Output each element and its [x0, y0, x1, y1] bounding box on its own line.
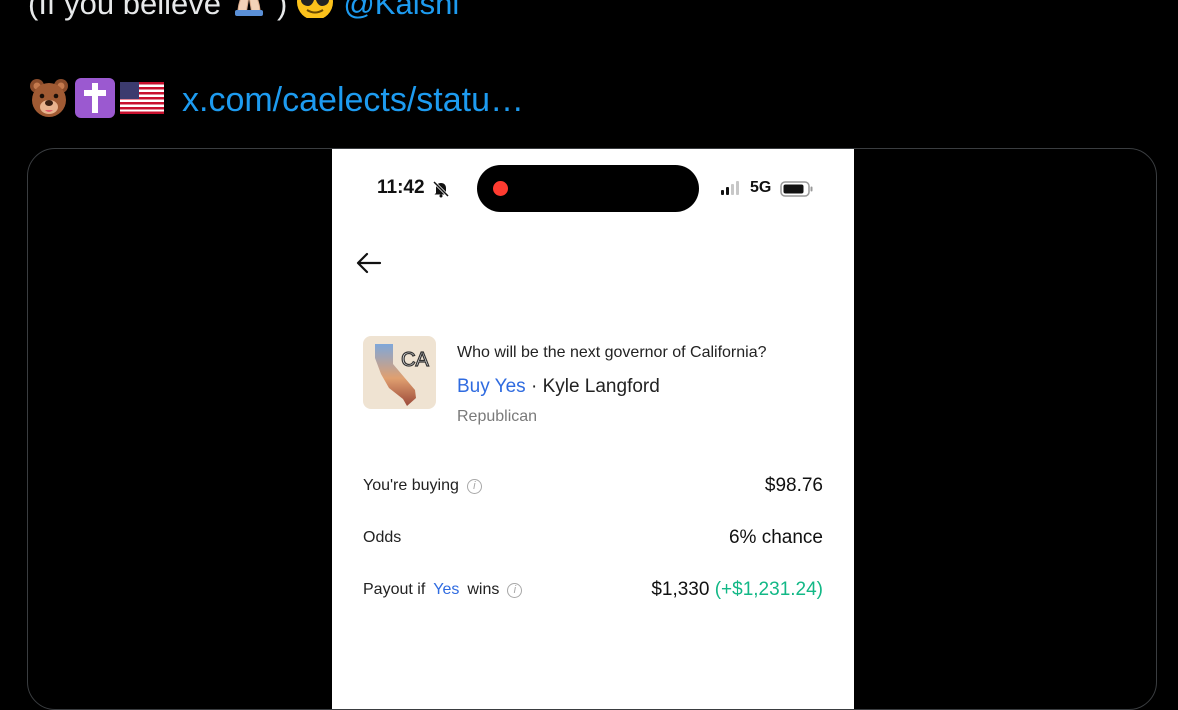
latin-cross-icon — [74, 77, 116, 124]
back-arrow-icon[interactable] — [356, 251, 382, 280]
battery-icon — [780, 181, 814, 202]
us-flag-icon — [120, 81, 164, 119]
payout-amount: $1,330 — [651, 579, 710, 600]
dynamic-island — [477, 165, 699, 212]
cell-signal-icon — [721, 181, 739, 195]
order-summary: Buy Yes · Kyle Langford — [457, 376, 660, 398]
odds-label: Odds — [363, 529, 402, 546]
buying-row: You're buying i $98.76 — [363, 475, 823, 497]
market-thumbnail: CA — [363, 336, 436, 409]
recording-dot-icon — [493, 181, 508, 196]
bell-muted-icon — [432, 180, 450, 203]
tweet-paren: ) — [277, 0, 288, 21]
payout-label-yes: Yes — [433, 581, 460, 598]
payout-gain: (+$1,231.24) — [714, 579, 823, 600]
tweet-emoji-link-line: x.com/caelects/statu… — [28, 77, 524, 124]
payout-label-pre: Payout if — [363, 581, 426, 598]
phone-screenshot: 11:42 5G CA Who will be the next governo… — [332, 149, 854, 709]
praying-hands-icon — [229, 0, 269, 26]
tweet-text: (If you believe — [28, 0, 221, 21]
odds-row: Odds 6% chance — [363, 527, 823, 549]
payout-label-post: wins — [467, 581, 500, 598]
payout-row: Payout if Yes wins i $1,330 (+$1,231.24) — [363, 579, 823, 601]
bear-face-icon — [28, 77, 70, 124]
state-abbrev: CA — [401, 349, 429, 371]
market-question: Who will be the next governor of Califor… — [457, 344, 767, 361]
buying-label: You're buying — [363, 477, 459, 494]
sunglasses-face-icon — [295, 0, 335, 26]
info-icon[interactable]: i — [507, 582, 523, 598]
separator-dot: · — [525, 376, 543, 397]
status-link[interactable]: x.com/caelects/statu… — [182, 81, 524, 120]
status-time: 11:42 — [377, 177, 425, 198]
network-type: 5G — [750, 179, 772, 196]
buying-amount: $98.76 — [764, 475, 823, 496]
candidate-name: Kyle Langford — [542, 376, 660, 397]
odds-value: 6% chance — [728, 527, 823, 548]
info-icon[interactable]: i — [466, 478, 482, 494]
buy-yes-label: Buy Yes — [457, 376, 526, 397]
media-card[interactable]: 11:42 5G CA Who will be the next governo… — [27, 148, 1157, 710]
party-label: Republican — [457, 408, 538, 425]
tweet-text-line: (If you believe ) @Kalshi — [28, 0, 459, 26]
kalshi-mention-link[interactable]: @Kalshi — [343, 0, 459, 22]
